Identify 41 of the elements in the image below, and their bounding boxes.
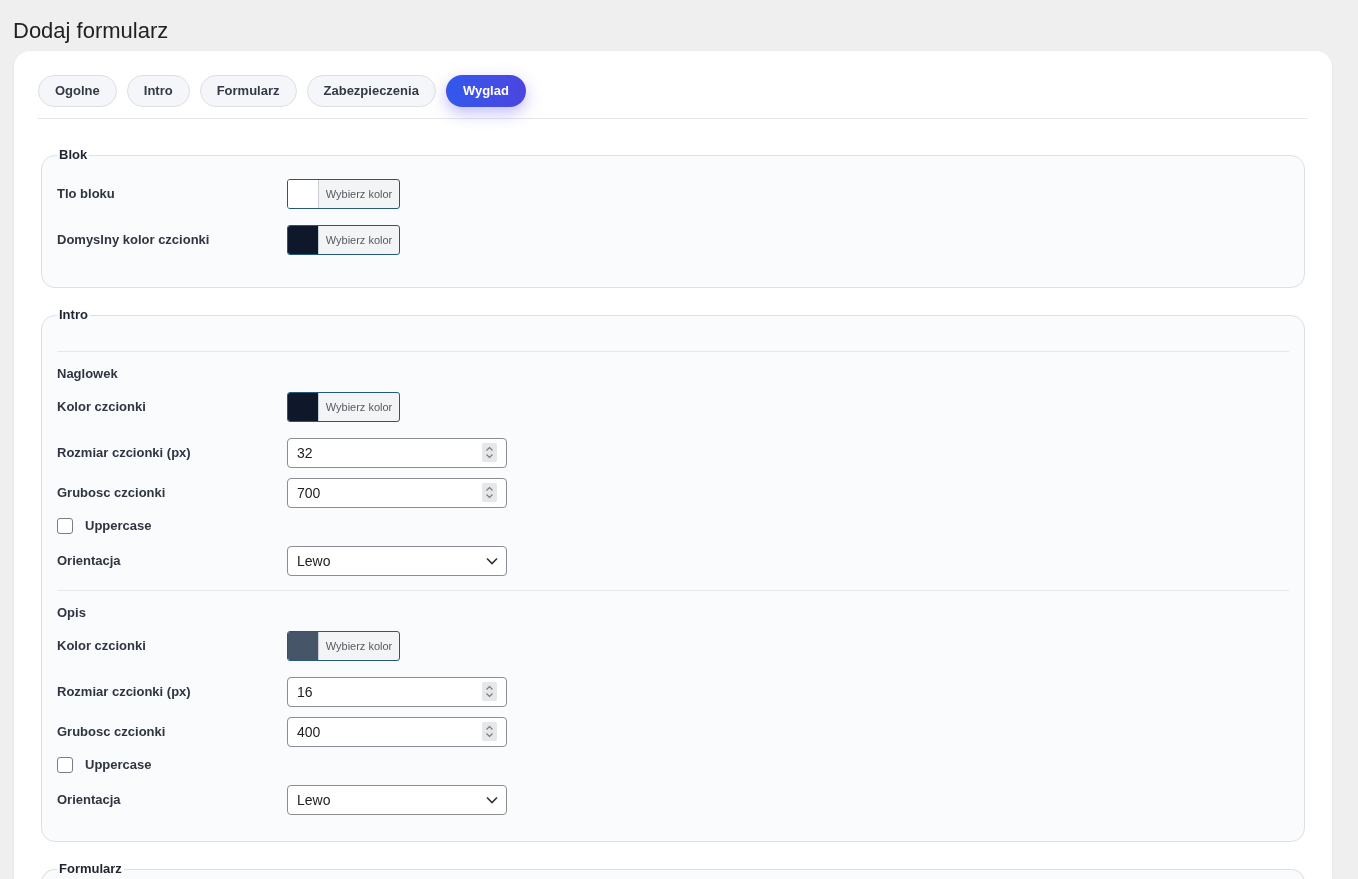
color-picker[interactable]: Wybierz kolor bbox=[287, 631, 400, 661]
stepper-icon[interactable] bbox=[482, 682, 497, 701]
field-label: Rozmiar czcionki (px) bbox=[57, 445, 192, 461]
field-label: Kolor czcionki bbox=[57, 638, 147, 654]
field-label: Orientacja bbox=[57, 792, 122, 808]
number-field[interactable]: 400 bbox=[287, 717, 507, 747]
field-label: Grubosc czcionki bbox=[57, 485, 167, 501]
tab[interactable]: Wyglad bbox=[445, 75, 526, 107]
field-label: Grubosc czcionki bbox=[57, 724, 167, 740]
chevron-down-icon bbox=[486, 557, 498, 565]
tab[interactable]: Ogolne bbox=[38, 75, 117, 107]
section-legend: Blok bbox=[57, 147, 90, 163]
stepper-icon[interactable] bbox=[482, 443, 497, 462]
group-heading: Naglowek bbox=[57, 366, 118, 382]
page-title: Dodaj formularz bbox=[13, 17, 169, 45]
number-field[interactable]: 16 bbox=[287, 677, 507, 707]
tab[interactable]: Zabezpieczenia bbox=[306, 75, 436, 107]
section-legend: Formularz bbox=[57, 861, 124, 877]
dropdown-select[interactable]: Lewo bbox=[287, 546, 507, 576]
stepper-icon[interactable] bbox=[482, 722, 497, 741]
tab[interactable]: Formularz bbox=[199, 75, 297, 107]
color-picker[interactable]: Wybierz kolor bbox=[287, 225, 400, 255]
field-label: Tlo bloku bbox=[57, 186, 116, 202]
field-label: Rozmiar czcionki (px) bbox=[57, 684, 192, 700]
color-picker[interactable]: Wybierz kolor bbox=[287, 179, 400, 209]
group-heading: Opis bbox=[57, 605, 86, 621]
field-label: Kolor czcionki bbox=[57, 399, 147, 415]
chevron-down-icon bbox=[486, 796, 498, 804]
section-legend: Intro bbox=[57, 307, 90, 323]
color-picker[interactable]: Wybierz kolor bbox=[287, 392, 400, 422]
checkbox-label[interactable]: Uppercase bbox=[85, 518, 152, 534]
checkbox[interactable] bbox=[57, 518, 73, 534]
field-label: Domyslny kolor czcionki bbox=[57, 232, 211, 248]
number-field[interactable]: 32 bbox=[287, 438, 507, 468]
number-field[interactable]: 700 bbox=[287, 478, 507, 508]
field-label: Orientacja bbox=[57, 553, 122, 569]
stepper-icon[interactable] bbox=[482, 483, 497, 502]
dropdown-select[interactable]: Lewo bbox=[287, 785, 507, 815]
tab[interactable]: Intro bbox=[126, 75, 190, 107]
checkbox-label[interactable]: Uppercase bbox=[85, 757, 152, 773]
checkbox[interactable] bbox=[57, 757, 73, 773]
